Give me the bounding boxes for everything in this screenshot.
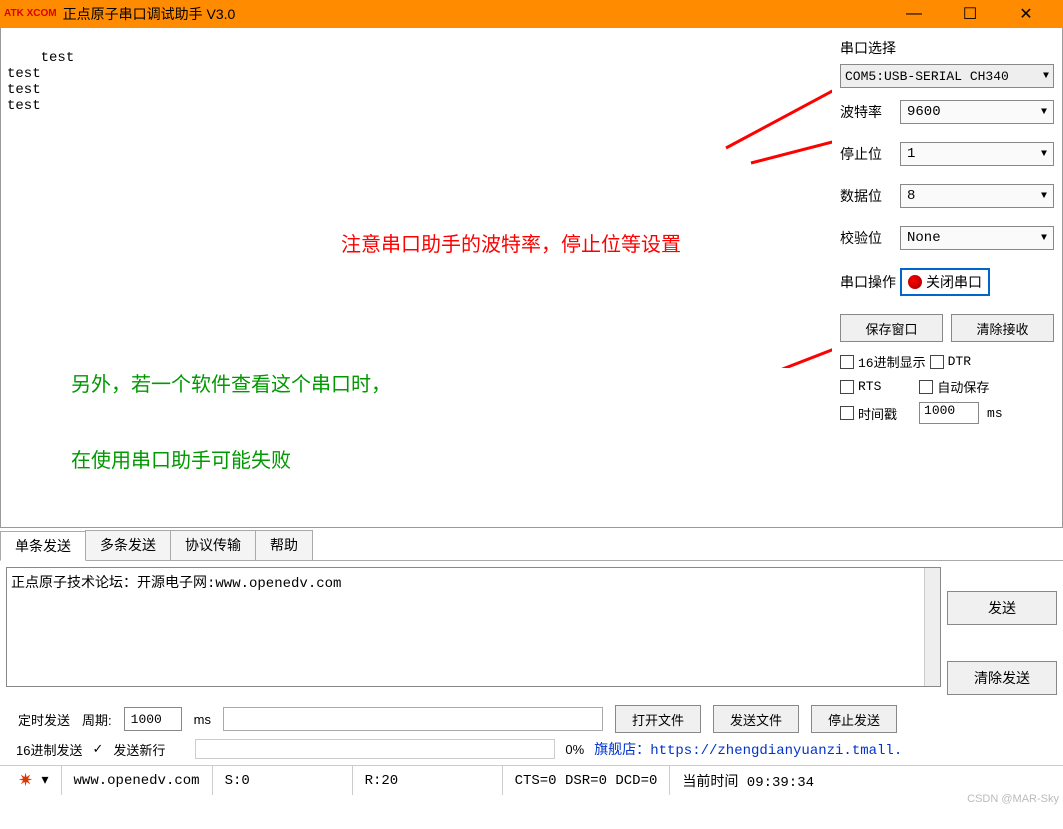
record-icon: [908, 275, 922, 289]
gear-icon[interactable]: ✷: [18, 770, 33, 792]
clear-receive-button[interactable]: 清除接收: [951, 314, 1054, 342]
port-section-label: 串口选择: [840, 38, 1054, 58]
annotation-text-red: 注意串口助手的波特率，停止位等设置: [341, 228, 681, 257]
tab-help[interactable]: 帮助: [255, 530, 313, 560]
chevron-down-icon: ▼: [1043, 71, 1049, 82]
rts-label: RTS: [858, 379, 881, 394]
timestamp-checkbox[interactable]: [840, 406, 854, 420]
baud-select[interactable]: 9600▼: [900, 100, 1054, 124]
parity-select[interactable]: None▼: [900, 226, 1054, 250]
stop-send-button[interactable]: 停止发送: [811, 705, 897, 733]
annotation-arrow-icon: [741, 113, 832, 173]
stopbits-label: 停止位: [840, 144, 900, 164]
annotation-arrow-icon: [621, 268, 832, 368]
annotation-text-green: 另外，若一个软件查看这个串口时， 在使用串口助手可能失败: [41, 328, 391, 518]
period-input[interactable]: 1000: [124, 707, 182, 731]
minimize-button[interactable]: —: [901, 1, 927, 27]
gear-dropdown-icon[interactable]: ▾: [42, 772, 49, 789]
sent-count: S:0: [213, 766, 353, 795]
chevron-down-icon: ▼: [1041, 233, 1047, 244]
databits-select[interactable]: 8▼: [900, 184, 1054, 208]
progress-bar: [195, 739, 555, 759]
databits-label: 数据位: [840, 186, 900, 206]
receive-content: test test test test: [7, 50, 74, 114]
shop-link[interactable]: 旗舰店：https://zhengdianyuanzi.tmall.: [594, 739, 902, 759]
tab-protocol[interactable]: 协议传输: [170, 530, 256, 560]
settings-panel: 串口选择 COM5:USB-SERIAL CH340▼ 波特率 9600▼ 停止…: [832, 28, 1062, 527]
app-logo-icon: ATK XCOM: [4, 9, 57, 19]
timed-send-label: 定时发送: [18, 710, 70, 729]
open-file-button[interactable]: 打开文件: [615, 705, 701, 733]
baud-label: 波特率: [840, 102, 900, 122]
scrollbar[interactable]: [924, 568, 940, 686]
hex-display-checkbox[interactable]: [840, 355, 854, 369]
stopbits-select[interactable]: 1▼: [900, 142, 1054, 166]
receive-text-area[interactable]: test test test test 注意串口助手的波特率，停止位等设置 另外…: [1, 28, 832, 527]
send-button[interactable]: 发送: [947, 591, 1057, 625]
line-status: CTS=0 DSR=0 DCD=0: [503, 766, 671, 795]
timestamp-label: 时间戳: [858, 404, 897, 423]
save-window-button[interactable]: 保存窗口: [840, 314, 943, 342]
interval-input[interactable]: 1000: [919, 402, 979, 424]
interval-unit: ms: [987, 406, 1003, 421]
maximize-button[interactable]: ☐: [957, 1, 983, 27]
current-time: 当前时间 09:39:34: [670, 766, 826, 795]
send-textarea[interactable]: 正点原子技术论坛：开源电子网:www.openedv.com: [6, 567, 941, 687]
send-newline-checkbox[interactable]: ✓: [92, 741, 103, 757]
tab-single-send[interactable]: 单条发送: [0, 531, 86, 561]
period-unit: ms: [194, 712, 211, 727]
send-newline-label: 发送新行: [113, 740, 165, 759]
chevron-down-icon: ▼: [1041, 191, 1047, 202]
parity-label: 校验位: [840, 228, 900, 248]
file-path-input[interactable]: [223, 707, 603, 731]
progress-percent: 0%: [565, 742, 584, 757]
hex-send-label: 16进制发送: [16, 740, 82, 759]
watermark: CSDN @MAR-Sky: [967, 793, 1059, 805]
send-file-button[interactable]: 发送文件: [713, 705, 799, 733]
period-label: 周期:: [82, 710, 112, 729]
dtr-checkbox[interactable]: [930, 355, 944, 369]
autosave-checkbox[interactable]: [919, 380, 933, 394]
close-button[interactable]: ✕: [1013, 1, 1039, 27]
website-link[interactable]: www.openedv.com: [62, 766, 213, 795]
tab-multi-send[interactable]: 多条发送: [85, 530, 171, 560]
port-select[interactable]: COM5:USB-SERIAL CH340▼: [840, 64, 1054, 88]
autosave-label: 自动保存: [937, 377, 989, 396]
port-op-label: 串口操作: [840, 272, 900, 292]
chevron-down-icon: ▼: [1041, 149, 1047, 160]
rts-checkbox[interactable]: [840, 380, 854, 394]
clear-send-button[interactable]: 清除发送: [947, 661, 1057, 695]
status-bar: ✷ ▾ www.openedv.com S:0 R:20 CTS=0 DSR=0…: [0, 765, 1063, 795]
close-port-button[interactable]: 关闭串口: [900, 268, 990, 296]
dtr-label: DTR: [948, 354, 971, 369]
window-title: 正点原子串口调试助手 V3.0: [63, 4, 901, 24]
title-bar: ATK XCOM 正点原子串口调试助手 V3.0 — ☐ ✕: [0, 0, 1063, 28]
hex-display-label: 16进制显示: [858, 352, 926, 371]
recv-count: R:20: [353, 766, 503, 795]
chevron-down-icon: ▼: [1041, 107, 1047, 118]
send-tabs: 单条发送 多条发送 协议传输 帮助: [0, 530, 1063, 561]
